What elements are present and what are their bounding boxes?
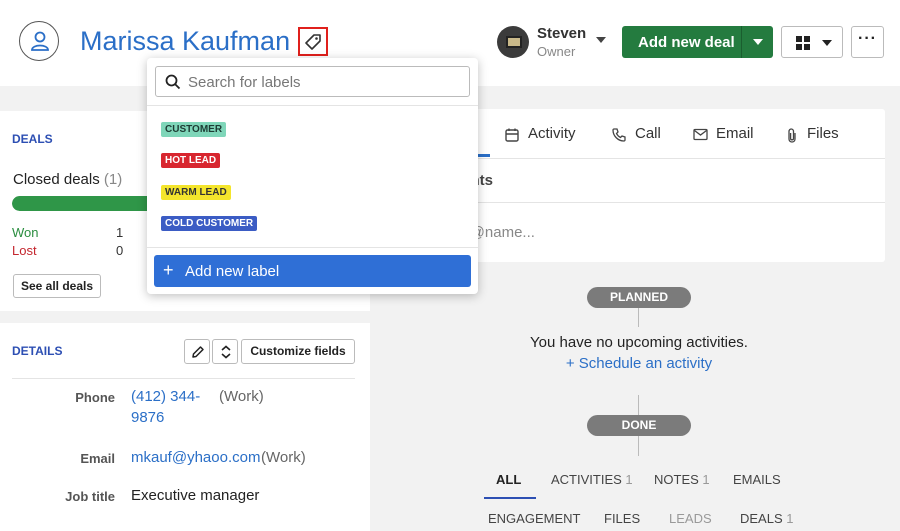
add-new-deal-label: Add new deal <box>638 34 735 51</box>
label-button[interactable] <box>298 27 328 56</box>
planned-badge: PLANNED <box>587 287 691 308</box>
active-history-tab-indicator <box>484 497 536 499</box>
phone-type: (Work) <box>219 388 264 405</box>
job-title-value[interactable]: Executive manager <box>131 487 259 504</box>
label-cold-customer[interactable]: COLD CUSTOMER <box>161 216 258 231</box>
more-options-button[interactable]: ··· <box>851 26 884 58</box>
done-badge: DONE <box>587 415 691 436</box>
see-all-deals-button[interactable]: See all deals <box>13 274 101 298</box>
label-dropdown: CUSTOMER HOT LEAD WARM LEAD COLD CUSTOME… <box>147 58 478 294</box>
person-icon <box>31 31 49 51</box>
phone-value-line2[interactable]: 9876 <box>131 409 164 426</box>
won-count: 1 <box>116 225 124 240</box>
tab-emails[interactable]: EMAILS <box>733 472 781 487</box>
view-switch-button[interactable] <box>781 26 843 58</box>
phone-label: Phone <box>75 390 115 405</box>
search-icon <box>165 74 181 90</box>
pencil-icon <box>192 346 204 358</box>
label-hot-lead[interactable]: HOT LEAD <box>161 153 221 168</box>
add-new-label-text: Add new label <box>185 263 280 280</box>
owner-avatar[interactable] <box>497 26 529 58</box>
schedule-activity-link[interactable]: + Schedule an activity <box>393 355 885 372</box>
details-card: DETAILS Customize fields Phone (412) 344… <box>0 323 370 531</box>
deals-title[interactable]: DEALS <box>12 132 53 146</box>
lost-label: Lost <box>12 243 37 258</box>
closed-deals-label: Closed deals (1) <box>13 171 123 188</box>
email-value[interactable]: mkauf@yhaoo.com <box>131 449 260 466</box>
expand-collapse-button[interactable] <box>212 339 238 364</box>
phone-icon <box>612 128 626 142</box>
tab-deals[interactable]: DEALS 1 <box>740 511 794 526</box>
won-label: Won <box>12 225 39 240</box>
person-avatar[interactable] <box>19 21 59 61</box>
tab-files-history[interactable]: FILES <box>604 511 640 526</box>
label-warm-lead[interactable]: WARM LEAD <box>161 185 231 200</box>
email-label: Email <box>80 451 115 466</box>
tab-files[interactable]: Files <box>807 125 839 142</box>
add-new-deal-button[interactable]: Add new deal <box>622 26 773 58</box>
label-customer[interactable]: CUSTOMER <box>161 122 227 137</box>
tab-email[interactable]: Email <box>716 125 754 142</box>
job-title-label: Job title <box>65 489 115 504</box>
phone-value[interactable]: (412) 344- <box>131 388 200 405</box>
chevron-down-icon[interactable] <box>596 37 606 43</box>
chevron-down-icon <box>822 40 832 46</box>
tab-leads[interactable]: LEADS <box>669 511 712 526</box>
tag-icon <box>305 34 321 50</box>
tab-all[interactable]: ALL <box>496 472 521 487</box>
grid-icon <box>796 36 810 50</box>
plus-icon: + <box>163 260 174 280</box>
email-type: (Work) <box>261 449 306 466</box>
active-tab-indicator <box>478 154 490 157</box>
lost-count: 0 <box>116 243 124 258</box>
add-new-label-button[interactable]: + Add new label <box>154 255 471 287</box>
tab-notes[interactable]: NOTES 1 <box>654 472 710 487</box>
owner-role: Owner <box>537 44 576 59</box>
tab-engagement[interactable]: ENGAGEMENT <box>488 511 580 526</box>
person-name[interactable]: Marissa Kaufman <box>80 26 290 57</box>
chevron-up-down-icon <box>221 345 231 359</box>
paperclip-icon <box>788 128 796 143</box>
label-search-input[interactable] <box>188 71 458 93</box>
tab-activity[interactable]: Activity <box>528 125 576 142</box>
calendar-icon <box>505 128 519 142</box>
edit-button[interactable] <box>184 339 210 364</box>
tab-call[interactable]: Call <box>635 125 661 142</box>
details-title[interactable]: DETAILS <box>12 344 62 358</box>
no-activities-text: You have no upcoming activities. <box>530 334 748 351</box>
customize-fields-button[interactable]: Customize fields <box>241 339 355 364</box>
chevron-down-icon[interactable] <box>753 39 763 45</box>
tab-activities[interactable]: ACTIVITIES 1 <box>551 472 633 487</box>
owner-name[interactable]: Steven <box>537 25 586 42</box>
envelope-icon <box>693 128 708 141</box>
label-search-box[interactable] <box>155 66 470 97</box>
